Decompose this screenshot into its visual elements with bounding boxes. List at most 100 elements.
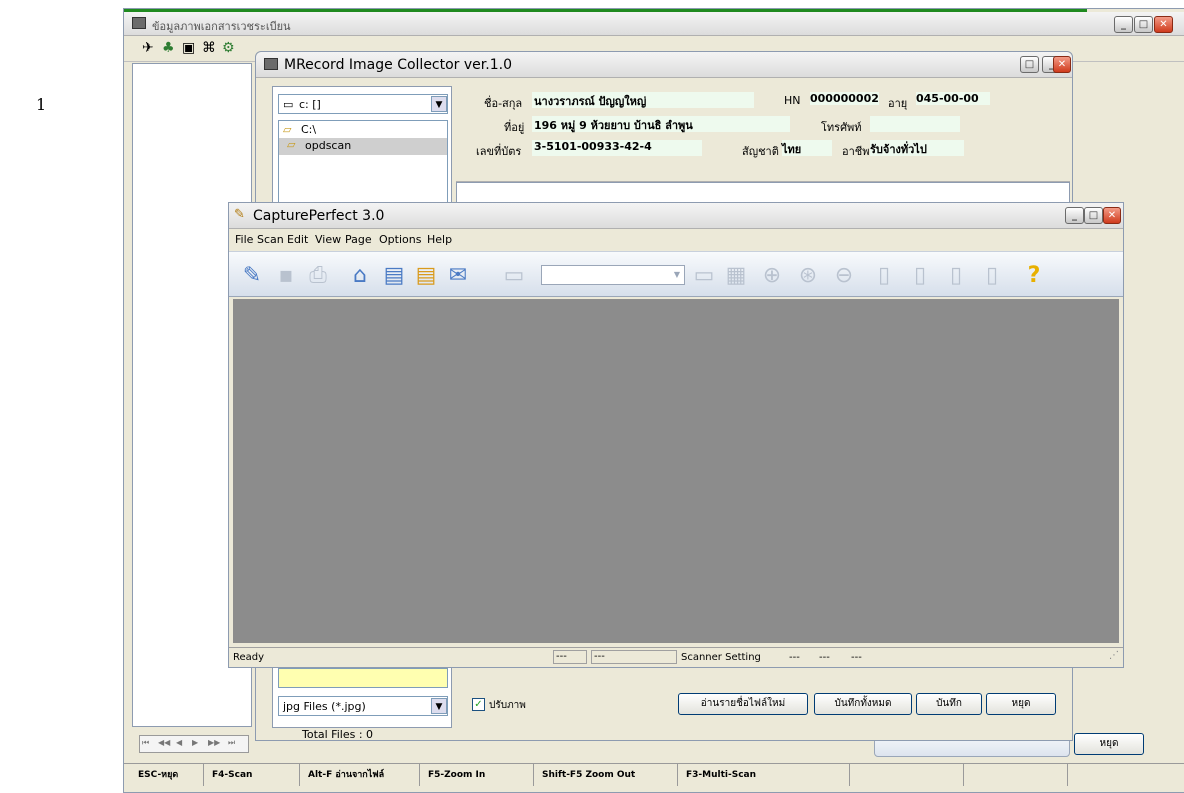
capture-workspace (233, 299, 1119, 643)
read-new-files-button[interactable]: อ่านรายชื่อไฟล์ใหม่ (678, 693, 808, 715)
id-value: 3-5101-00933-42-4 (532, 140, 702, 156)
resize-grip-icon[interactable]: ⋰ (1109, 650, 1119, 661)
patient-info-panel: ชื่อ-สกุล นางวราภรณ์ ปัญญใหญ่ HN 0000000… (456, 86, 1070, 182)
fkey-alt-f: Alt-F อ่านจากไฟล์ (304, 764, 420, 786)
nav-prev-page-button[interactable]: ◀◀ (158, 738, 170, 747)
folder-open-icon: ▱ (287, 138, 296, 151)
menu-page[interactable]: Page (345, 233, 372, 246)
fkey-empty-1 (854, 764, 964, 786)
fkey-esc: ESC-หยุด (134, 764, 204, 786)
help-icon[interactable]: ? (1019, 260, 1049, 290)
page-next-icon[interactable]: ▯ (941, 260, 971, 290)
function-key-bar: ESC-หยุด F4-Scan Alt-F อ่านจากไฟล์ F5-Zo… (124, 763, 1184, 786)
close-button[interactable]: ✕ (1154, 16, 1173, 33)
scan-batch-icon[interactable]: ▤ (379, 260, 409, 290)
zoom-in-icon[interactable]: ⊕ (757, 260, 787, 290)
capture-title-bar: ✎ CapturePerfect 3.0 _ □ ✕ (229, 203, 1123, 229)
status-field-2: --- (591, 650, 677, 664)
menu-scan[interactable]: Scan (257, 233, 284, 246)
zoom-out-icon[interactable]: ⊖ (829, 260, 859, 290)
folder-item-root[interactable]: ▱ C:\ (279, 123, 447, 139)
capture-app-icon: ✎ (234, 207, 245, 222)
total-files-label: Total Files : 0 (302, 728, 374, 741)
fkey-shift-f5: Shift-F5 Zoom Out (538, 764, 678, 786)
capture-toolbar: ✎ ▪ ⎙ ⌂ ▤ ▤ ✉ ▭ ▼ ▭ ▦ ⊕ ⊛ ⊖ ▯ ▯ ▯ ▯ ? (229, 251, 1123, 297)
fit-page-icon[interactable]: ▦ (721, 260, 751, 290)
menu-help[interactable]: Help (427, 233, 452, 246)
adjust-image-checkbox[interactable]: ✓ (472, 698, 485, 711)
mrecord-title: MRecord Image Collector ver.1.0 (284, 57, 512, 73)
nav-prev-button[interactable]: ◀ (176, 738, 182, 747)
phone-value (870, 116, 960, 132)
chevron-down-icon[interactable]: ▼ (670, 267, 684, 283)
minimize-button[interactable]: _ (1114, 16, 1133, 33)
chevron-down-icon[interactable]: ▼ (431, 96, 447, 112)
capture-minimize-button[interactable]: _ (1065, 207, 1084, 224)
status-scanner-setting: Scanner Setting (681, 652, 761, 663)
file-type-value: jpg Files (*.jpg) (283, 700, 366, 713)
nav-last-button[interactable]: ⏭ (228, 738, 235, 748)
menu-edit[interactable]: Edit (287, 233, 308, 246)
menu-view[interactable]: View (315, 233, 341, 246)
zoom-area-icon[interactable]: ⊛ (793, 260, 823, 290)
scan-icon[interactable]: ✈ (142, 40, 154, 56)
stop-button[interactable]: หยุด (986, 693, 1056, 715)
menu-options[interactable]: Options (379, 233, 421, 246)
save-all-button[interactable]: บันทึกทั้งหมด (814, 693, 912, 715)
save-icon[interactable]: ▪ (271, 260, 301, 290)
app-icon (132, 17, 146, 29)
page-prev-icon[interactable]: ▯ (905, 260, 935, 290)
save-button[interactable]: บันทึก (916, 693, 982, 715)
occupation-label: อาชีพ (842, 145, 870, 158)
drive-select[interactable]: ▭ c: [] ▼ (278, 94, 448, 114)
mrecord-close-button[interactable]: ✕ (1053, 56, 1071, 73)
maximize-button[interactable]: □ (1134, 16, 1153, 33)
drive-icon: ▭ (283, 98, 294, 111)
fkey-f3: F3-Multi-Scan (682, 764, 850, 786)
print-icon[interactable]: ⎙ (303, 260, 333, 290)
outer-title: ข้อมูลภาพเอกสารเวชระเบียน (152, 20, 291, 33)
tree-icon[interactable]: ⌘ (202, 40, 216, 56)
page-last-icon[interactable]: ▯ (977, 260, 1007, 290)
occupation-value: รับจ้างทั่วไป (870, 140, 964, 156)
file-type-select[interactable]: jpg Files (*.jpg) ▼ (278, 696, 448, 716)
page-first-icon[interactable]: ▯ (869, 260, 899, 290)
scan-icon[interactable]: ⌂ (345, 260, 375, 290)
name-value: นางวราภรณ์ ปัญญใหญ่ (532, 92, 754, 108)
fit-width-icon[interactable]: ▭ (689, 260, 719, 290)
status-field-1: --- (553, 650, 587, 664)
page-select[interactable]: ▼ (541, 265, 685, 285)
scan-page-icon[interactable]: ▤ (411, 260, 441, 290)
document-icon[interactable]: ▣ (182, 40, 195, 56)
outer-stop-button[interactable]: หยุด (1074, 733, 1144, 755)
file-name-field[interactable] (278, 668, 448, 688)
mrecord-title-bar: MRecord Image Collector ver.1.0 _ □ ✕ (256, 52, 1072, 78)
import-icon[interactable]: ♣ (162, 40, 175, 56)
status-field-4: --- (819, 652, 830, 663)
mail-icon[interactable]: ✉ (443, 260, 473, 290)
capture-title: CapturePerfect 3.0 (253, 208, 385, 224)
capture-close-button[interactable]: ✕ (1103, 207, 1121, 224)
open-file-icon[interactable]: ✎ (237, 260, 267, 290)
page-margin-number: 1 (36, 95, 47, 114)
page-icon[interactable]: ▭ (499, 260, 529, 290)
status-field-3: --- (789, 652, 800, 663)
status-ready: Ready (233, 652, 265, 663)
capture-menu-bar: File Scan Edit View Page Options Help (229, 231, 1123, 249)
settings-icon[interactable]: ⚙ (222, 40, 235, 56)
capture-maximize-button[interactable]: □ (1084, 207, 1103, 224)
record-navigator: ⏮ ◀◀ ◀ ▶ ▶▶ ⏭ (139, 735, 249, 753)
nav-next-page-button[interactable]: ▶▶ (208, 738, 220, 747)
adjust-image-label: ปรับภาพ (489, 700, 526, 711)
menu-file[interactable]: File (235, 233, 253, 246)
fkey-empty-2 (968, 764, 1068, 786)
address-value: 196 หมู่ 9 ห้วยยาบ บ้านธิ ลำพูน (532, 116, 790, 132)
folder-item-opdscan[interactable]: ▱ opdscan (279, 138, 447, 155)
mrecord-maximize-button[interactable]: □ (1020, 56, 1039, 73)
chevron-down-icon[interactable]: ▼ (431, 698, 447, 714)
nav-first-button[interactable]: ⏮ (142, 738, 149, 748)
hn-value: 000000002 (810, 92, 879, 105)
age-label: อายุ (888, 97, 908, 110)
age-value: 045-00-00 (916, 92, 990, 105)
nav-next-button[interactable]: ▶ (192, 738, 198, 747)
